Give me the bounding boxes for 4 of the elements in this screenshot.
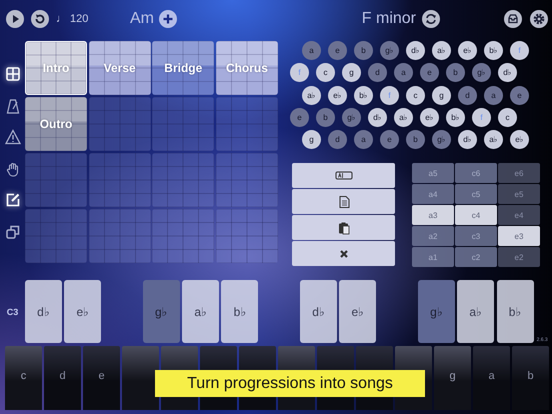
chord-name: Am — [130, 10, 154, 28]
octave-label: C3 — [6, 306, 20, 318]
key-name: F minor — [362, 10, 416, 28]
banner-caption: Turn progressions into songs — [187, 374, 393, 392]
